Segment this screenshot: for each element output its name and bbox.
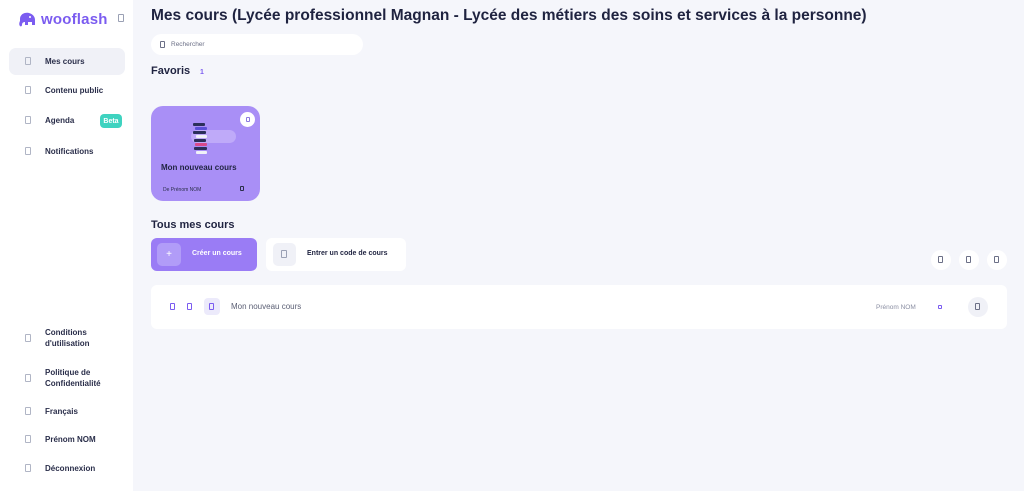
- logout-icon: [25, 464, 31, 472]
- sidebar-item-label: Notifications: [45, 147, 94, 156]
- drag-handle-icon[interactable]: [170, 303, 175, 310]
- lock-icon: [25, 374, 31, 382]
- beta-badge: Beta: [100, 114, 122, 128]
- course-author: De Prénom NOM: [163, 187, 202, 193]
- course-icon-box: [204, 298, 220, 315]
- calendar-icon: [25, 116, 31, 124]
- favorites-count: 1: [200, 69, 204, 76]
- favorites-title: Favoris: [151, 65, 191, 77]
- sidebar-item-profil[interactable]: Prénom NOM: [9, 432, 125, 446]
- table-row[interactable]: Mon nouveau cours Prénom NOM: [151, 285, 1007, 329]
- sidebar-item-contenu-public[interactable]: Contenu public: [9, 77, 125, 104]
- list-view-button[interactable]: [987, 250, 1007, 270]
- collapse-sidebar-icon[interactable]: [118, 14, 124, 22]
- bell-icon: [25, 147, 31, 155]
- grid-icon: [966, 256, 971, 263]
- filter-button[interactable]: [931, 250, 951, 270]
- sidebar-item-label: Mes cours: [45, 57, 85, 66]
- books-illustration-icon: [193, 123, 207, 154]
- favorite-toggle-button[interactable]: [240, 112, 255, 127]
- list-icon: [994, 256, 999, 263]
- more-icon: [975, 303, 980, 310]
- sidebar-item-notifications[interactable]: Notifications: [9, 138, 125, 165]
- sidebar-item-label: Agenda: [45, 116, 75, 125]
- sidebar-item-langue[interactable]: Français: [9, 404, 125, 418]
- role-icon: [938, 305, 942, 309]
- course-options-button[interactable]: [968, 297, 988, 317]
- sidebar-item-label: Français: [45, 407, 78, 416]
- search-bar[interactable]: [151, 34, 363, 55]
- plus-icon: +: [157, 243, 181, 266]
- search-input[interactable]: [171, 37, 351, 52]
- enter-course-code-button[interactable]: Entrer un code de cours: [266, 238, 406, 271]
- language-icon: [25, 407, 31, 415]
- sidebar-item-label: Contenu public: [45, 86, 104, 95]
- create-course-button[interactable]: + Créer un cours: [151, 238, 257, 271]
- sidebar: wooflash Mes cours Contenu public Agenda…: [0, 0, 133, 491]
- code-icon-box: [273, 243, 296, 266]
- book-icon: [25, 57, 31, 65]
- logo[interactable]: wooflash: [17, 11, 108, 28]
- sidebar-item-label: Conditions d'utilisation: [45, 328, 90, 348]
- elephant-icon: [19, 12, 35, 27]
- search-icon: [160, 41, 165, 48]
- star-icon[interactable]: [187, 303, 192, 310]
- page-title: Mes cours (Lycée professionnel Magnan - …: [151, 7, 867, 24]
- course-name: Mon nouveau cours: [231, 302, 302, 311]
- course-author: Prénom NOM: [876, 304, 916, 311]
- enter-course-code-label: Entrer un code de cours: [307, 250, 388, 257]
- brand-name: wooflash: [41, 11, 108, 28]
- sidebar-item-conditions[interactable]: Conditions d'utilisation: [9, 326, 125, 350]
- sidebar-item-label: Déconnexion: [45, 464, 96, 473]
- user-icon: [25, 435, 31, 443]
- all-courses-title: Tous mes cours: [151, 219, 235, 231]
- sidebar-item-agenda[interactable]: Agenda Beta: [9, 107, 125, 134]
- globe-icon: [25, 86, 31, 94]
- filter-icon: [938, 256, 943, 263]
- grid-view-button[interactable]: [959, 250, 979, 270]
- key-icon: [281, 250, 287, 258]
- create-course-label: Créer un cours: [192, 250, 242, 257]
- sidebar-item-label: Prénom NOM: [45, 435, 96, 444]
- sidebar-item-deconnexion[interactable]: Déconnexion: [9, 461, 125, 475]
- course-name: Mon nouveau cours: [161, 163, 237, 172]
- book-icon: [209, 303, 214, 310]
- star-icon: [245, 117, 250, 122]
- favorite-course-card[interactable]: Mon nouveau cours De Prénom NOM: [151, 106, 260, 201]
- course-type-icon: [240, 186, 244, 191]
- sidebar-item-confidentialite[interactable]: Politique de Confidentialité: [9, 366, 125, 390]
- sidebar-item-mes-cours[interactable]: Mes cours: [9, 48, 125, 75]
- sidebar-item-label: Politique de Confidentialité: [45, 368, 101, 388]
- document-icon: [25, 334, 31, 342]
